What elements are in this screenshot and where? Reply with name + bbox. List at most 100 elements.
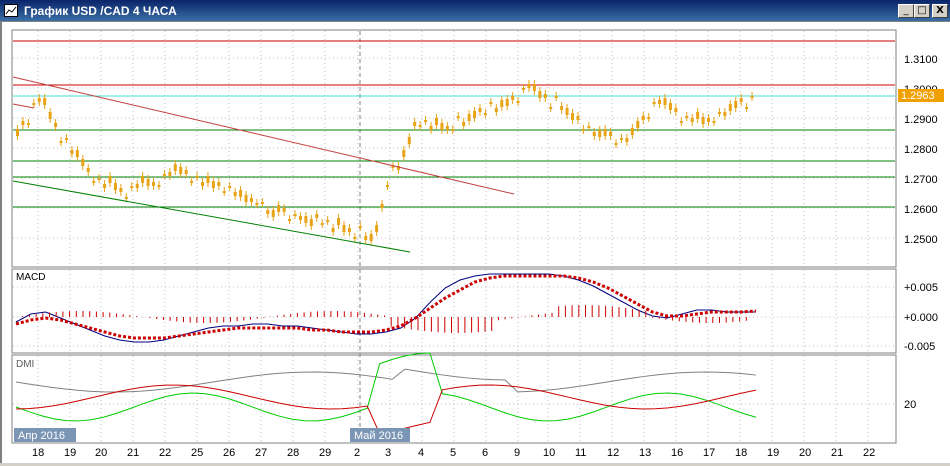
candle-body [293,214,297,216]
candle-body [271,210,275,217]
candle-body [527,84,531,88]
candle-body [369,234,373,241]
candle-body [456,116,460,118]
candle-body [233,192,237,196]
minimize-button[interactable]: _ [898,4,914,18]
candle-body [434,118,438,125]
candle-body [124,197,128,199]
candle-body [331,228,335,232]
day-label: 20 [799,447,811,459]
candle-body [380,204,384,208]
candle-body [108,176,112,183]
candle-body [549,107,553,109]
candle-body [353,237,357,239]
candle-body [288,219,292,221]
price-tick: 1.2500 [904,234,938,246]
candle-body [630,128,634,135]
candle-body [532,84,536,91]
day-label: 10 [543,447,555,459]
candle-body [712,121,716,123]
month-label: Май 2016 [354,430,403,442]
candle-body [326,220,330,222]
candle-body [16,129,19,136]
candle-body [81,159,85,166]
candle-body [560,106,564,110]
dmi-tick: 20 [904,399,916,411]
candle-body [173,164,177,171]
chart-area[interactable]: 1.3100 1.3000 1.2900 1.2800 1.2700 1.260… [0,22,950,463]
candle-body [195,176,199,178]
day-axis: 18 19 20 21 22 25 26 27 28 29 2 3 4 5 6 … [32,447,875,459]
candle-body [152,182,156,186]
candle-body [701,117,705,124]
price-tick: 1.2800 [904,144,938,156]
candle-body [277,205,281,212]
candle-body [402,150,406,157]
macd-tick: +0.000 [904,312,938,324]
candle-body [304,216,308,223]
restore-button[interactable]: □ [914,4,930,18]
price-tick: 1.2600 [904,204,938,216]
candle-body [201,182,204,186]
candle-body [554,96,558,98]
candle-body [282,208,286,212]
candle-body [440,123,444,130]
candle-body [696,112,700,119]
candle-body [103,184,107,188]
candle-body [64,138,68,140]
candle-body [647,117,651,119]
candle-body [130,186,134,188]
candle-body [750,96,754,98]
candle-body [429,126,433,130]
chart-canvas[interactable]: 1.3100 1.3000 1.2900 1.2800 1.2700 1.260… [2,22,950,463]
candle-body [462,122,466,126]
candle-body [217,182,221,186]
candle-body [489,102,493,104]
candle-body [581,129,585,131]
candle-body [358,226,362,228]
candle-body [179,167,183,174]
candle-body [97,178,101,180]
day-label: 5 [450,447,456,459]
day-label: 18 [735,447,747,459]
candle-body [255,203,259,205]
candle-body [21,121,25,125]
candle-body [37,98,41,102]
candle-body [674,108,678,112]
day-label: 2 [354,447,360,459]
candle-body [668,103,672,110]
candle-body [113,183,117,190]
candle-body [538,91,542,98]
candle-body [500,100,504,107]
day-label: 11 [575,447,586,459]
day-label: 17 [703,447,715,459]
price-tick: 1.2700 [904,174,938,186]
candle-body [663,98,667,105]
candle-body [386,185,389,187]
day-label: 26 [223,447,235,459]
candle-body [54,123,58,127]
price-tick: 1.2900 [904,114,938,126]
day-label: 9 [514,447,520,459]
candle-body [135,184,139,188]
candle-body [266,210,270,214]
candle-body [505,99,509,106]
candle-body [625,138,629,142]
day-label: 13 [639,447,651,459]
candle-body [347,228,351,232]
candle-body [543,94,547,98]
candle-body [119,188,123,192]
day-label: 20 [95,447,107,459]
candle-body [467,114,471,121]
dmi-label: DMI [16,359,34,370]
candle-body [483,113,487,115]
current-price-label: 1.2963 [901,90,935,102]
candle-body [473,111,477,118]
macd-label: MACD [16,272,45,283]
close-button[interactable]: X [932,4,948,18]
candle-body [478,108,482,112]
candle-body [592,132,596,136]
candle-body [375,225,379,232]
candle-body [315,214,319,218]
candle-body [244,195,248,202]
